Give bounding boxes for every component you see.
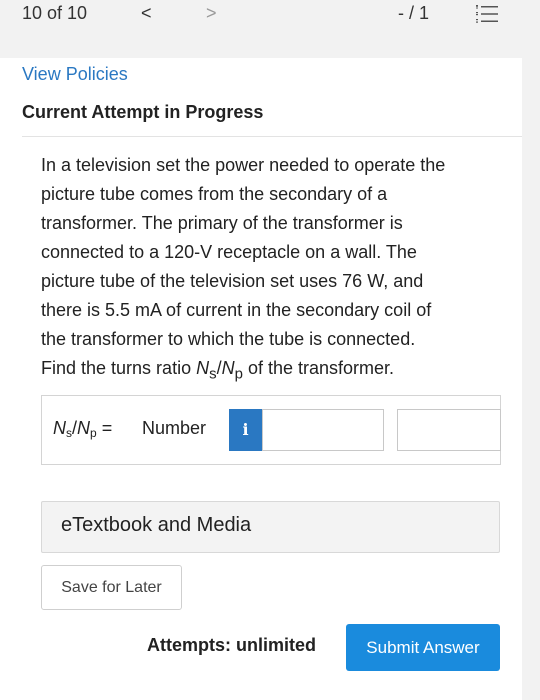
question-line-prefix: Find the turns ratio (41, 358, 197, 378)
top-navigation-bar: 10 of 10 < > - / 1 (0, 0, 540, 30)
question-line: picture tube of the television set uses … (41, 271, 424, 291)
question-text: In a television set the power needed to … (41, 151, 511, 389)
ratio-denominator: N (221, 358, 235, 378)
answer-box: Ns/Np = Number i (41, 395, 501, 465)
header-divider (22, 136, 522, 137)
question-line-suffix: of the transformer. (242, 358, 395, 378)
question-line: connected to a 120-V receptacle on a wal… (41, 242, 417, 262)
etextbook-label: eTextbook and Media (61, 514, 252, 536)
question-counter: 10 of 10 (22, 3, 88, 23)
previous-question-button[interactable]: < (141, 3, 152, 24)
save-for-later-button[interactable]: Save for Later (41, 565, 182, 610)
question-line: transformer. The primary of the transfor… (41, 213, 403, 233)
ratio-sub-p: p (234, 365, 243, 383)
view-policies-link[interactable]: View Policies (22, 64, 128, 85)
page-indicator: - / 1 (398, 3, 430, 23)
answer-n-s: N (53, 418, 66, 438)
question-list-icon[interactable] (476, 3, 498, 25)
info-icon[interactable]: i (229, 409, 262, 451)
answer-label: Ns/Np = (53, 418, 112, 440)
question-line: In a television set the power needed to … (41, 155, 446, 175)
answer-equals: = (96, 418, 113, 438)
question-line: Find the turns ratio Ns/Np of the transf… (41, 354, 511, 389)
submit-answer-button[interactable]: Submit Answer (346, 624, 500, 671)
question-card: View Policies Current Attempt in Progres… (0, 58, 522, 700)
attempt-status-heading: Current Attempt in Progress (22, 102, 264, 122)
answer-sub-p: p (90, 426, 97, 440)
question-line: there is 5.5 mA of current in the second… (41, 300, 432, 320)
ratio-sub-s: s (209, 365, 217, 383)
ratio-numerator: N (196, 358, 210, 378)
next-question-button[interactable]: > (206, 3, 217, 24)
units-input[interactable] (397, 409, 501, 451)
answer-n-p: N (77, 418, 91, 438)
question-line: picture tube comes from the secondary of… (41, 184, 388, 204)
question-line: the transformer to which the tube is con… (41, 329, 416, 349)
number-input[interactable] (262, 409, 384, 451)
attempts-label: Attempts: unlimited (147, 635, 316, 655)
number-label: Number (142, 418, 207, 438)
etextbook-and-media-panel[interactable]: eTextbook and Media (41, 501, 500, 553)
